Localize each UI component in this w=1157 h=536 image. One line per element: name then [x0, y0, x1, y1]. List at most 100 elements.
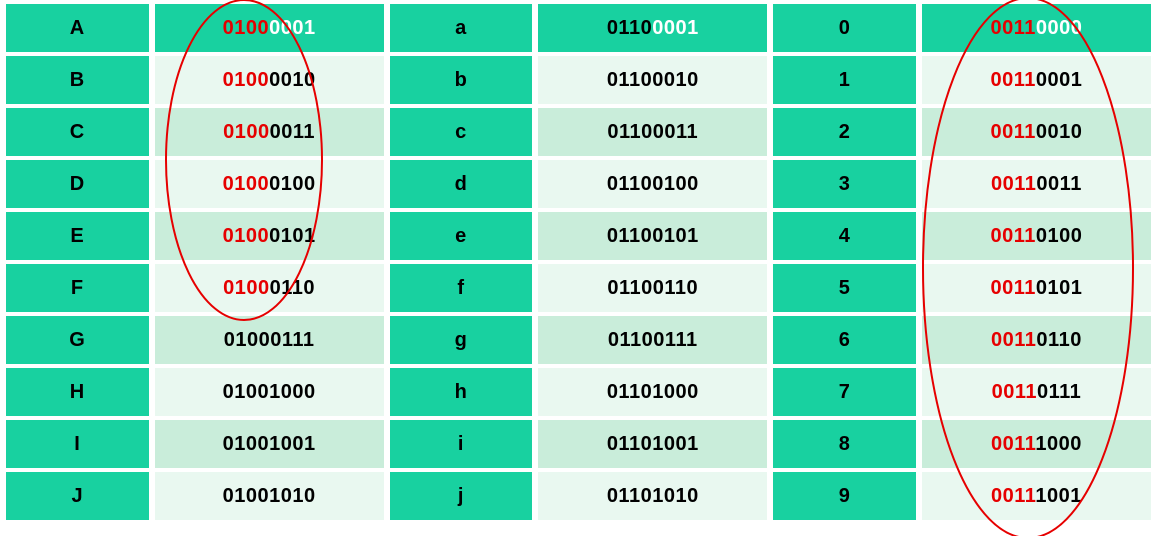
- table-row: J01001010j01101010 9 00111001: [6, 472, 1151, 520]
- label-text: 9: [839, 485, 851, 507]
- lowercase-binary: 01101001: [538, 420, 767, 468]
- binary-prefix: 0110: [608, 329, 653, 351]
- binary-suffix: 0110: [270, 277, 315, 299]
- binary-suffix: 0010: [652, 69, 699, 91]
- lowercase-binary: 01100100: [538, 160, 767, 208]
- label-text: 2: [839, 121, 851, 143]
- binary-suffix: 1000: [1035, 433, 1082, 455]
- binary-prefix: 0110: [607, 173, 652, 195]
- label-text: E: [70, 225, 84, 247]
- digit-char: 3: [773, 160, 916, 208]
- table-row: A01000001a01100001000110000: [6, 4, 1151, 52]
- binary-prefix: 0011: [990, 225, 1035, 247]
- binary-suffix: 0100: [1036, 225, 1083, 247]
- lowercase-letter: d: [390, 160, 533, 208]
- table-row: H01001000h01101000700110111: [6, 368, 1151, 416]
- label-text: b: [455, 69, 468, 91]
- lowercase-letter: f: [390, 264, 533, 312]
- uppercase-letter: B: [6, 56, 149, 104]
- digit-char: 6: [773, 316, 916, 364]
- label-text: B: [70, 69, 85, 91]
- binary-suffix: 1001: [652, 433, 699, 455]
- binary-suffix: 1001: [269, 433, 316, 455]
- digit-char: 1: [773, 56, 916, 104]
- lowercase-letter: j: [390, 472, 533, 520]
- uppercase-letter: C: [6, 108, 149, 156]
- uppercase-letter: D: [6, 160, 149, 208]
- digit-binary: 00111000: [922, 420, 1151, 468]
- digit-binary: 00110110: [922, 316, 1151, 364]
- lowercase-binary: 01100110: [538, 264, 767, 312]
- binary-suffix: 0001: [269, 17, 316, 39]
- uppercase-binary: 01000100: [155, 160, 384, 208]
- lowercase-binary: 01101000: [538, 368, 767, 416]
- label-text: D: [70, 173, 85, 195]
- binary-suffix: 0101: [652, 225, 699, 247]
- table-row: I01001001i01101001800111000: [6, 420, 1151, 468]
- binary-prefix: 0011: [991, 433, 1035, 455]
- binary-suffix: 0100: [652, 173, 699, 195]
- binary-suffix: 0111: [653, 329, 697, 351]
- uppercase-letter: A: [6, 4, 149, 52]
- binary-prefix: 0011: [990, 277, 1035, 299]
- binary-suffix: 0011: [270, 121, 315, 143]
- label-text: e: [455, 225, 467, 247]
- binary-suffix: 0111: [1037, 381, 1081, 403]
- lowercase-binary: 01100001: [538, 4, 767, 52]
- label-text: A: [70, 17, 85, 39]
- binary-prefix: 0100: [224, 329, 271, 351]
- binary-prefix: 0110: [607, 17, 652, 39]
- binary-suffix: 1010: [652, 485, 699, 507]
- binary-suffix: 0000: [1036, 17, 1083, 39]
- ascii-binary-table: A01000001a01100001000110000B01000010b011…: [0, 0, 1157, 524]
- label-text: 1: [839, 69, 851, 91]
- binary-prefix: 0110: [607, 381, 652, 403]
- binary-suffix: 1010: [269, 485, 316, 507]
- digit-binary: 00110001: [922, 56, 1151, 104]
- lowercase-letter: e: [390, 212, 533, 260]
- lowercase-letter: c: [390, 108, 533, 156]
- uppercase-binary: 01000011: [155, 108, 384, 156]
- label-text: f: [457, 277, 464, 299]
- ascii-binary-table-container: A01000001a01100001000110000B01000010b011…: [0, 0, 1157, 536]
- uppercase-binary: 01001010: [155, 472, 384, 520]
- binary-prefix: 0011: [992, 381, 1037, 403]
- binary-prefix: 0011: [991, 329, 1036, 351]
- binary-prefix: 0100: [223, 173, 270, 195]
- label-text: H: [70, 381, 85, 403]
- label-text: 6: [839, 329, 851, 351]
- lowercase-binary: 01100101: [538, 212, 767, 260]
- digit-binary: 00111001: [922, 472, 1151, 520]
- label-text: d: [455, 173, 468, 195]
- label-text: 3: [839, 173, 851, 195]
- binary-prefix: 0100: [223, 381, 270, 403]
- label-text: a: [455, 17, 467, 39]
- lowercase-letter: h: [390, 368, 533, 416]
- digit-char: 5: [773, 264, 916, 312]
- binary-prefix: 0100: [223, 225, 270, 247]
- label-text: 4: [839, 225, 851, 247]
- uppercase-letter: J: [6, 472, 149, 520]
- binary-prefix: 0110: [607, 121, 652, 143]
- binary-suffix: 0101: [1036, 277, 1083, 299]
- uppercase-binary: 01000010: [155, 56, 384, 104]
- lowercase-binary: 01100011: [538, 108, 767, 156]
- table-row: D01000100d01100100300110011: [6, 160, 1151, 208]
- label-text: c: [455, 121, 467, 143]
- digit-binary: 00110101: [922, 264, 1151, 312]
- binary-prefix: 0100: [223, 69, 270, 91]
- digit-char: 7: [773, 368, 916, 416]
- lowercase-binary: 01100010: [538, 56, 767, 104]
- digit-char: 9: [773, 472, 916, 520]
- lowercase-letter: a: [390, 4, 533, 52]
- table-row: B01000010b01100010100110001: [6, 56, 1151, 104]
- binary-prefix: 0011: [991, 173, 1036, 195]
- label-text: h: [455, 381, 468, 403]
- binary-prefix: 0100: [223, 433, 270, 455]
- uppercase-letter: G: [6, 316, 149, 364]
- binary-prefix: 0011: [991, 485, 1035, 507]
- digit-char: 2: [773, 108, 916, 156]
- binary-suffix: 0011: [653, 121, 698, 143]
- uppercase-binary: 01000111: [155, 316, 384, 364]
- lowercase-binary: 01101010: [538, 472, 767, 520]
